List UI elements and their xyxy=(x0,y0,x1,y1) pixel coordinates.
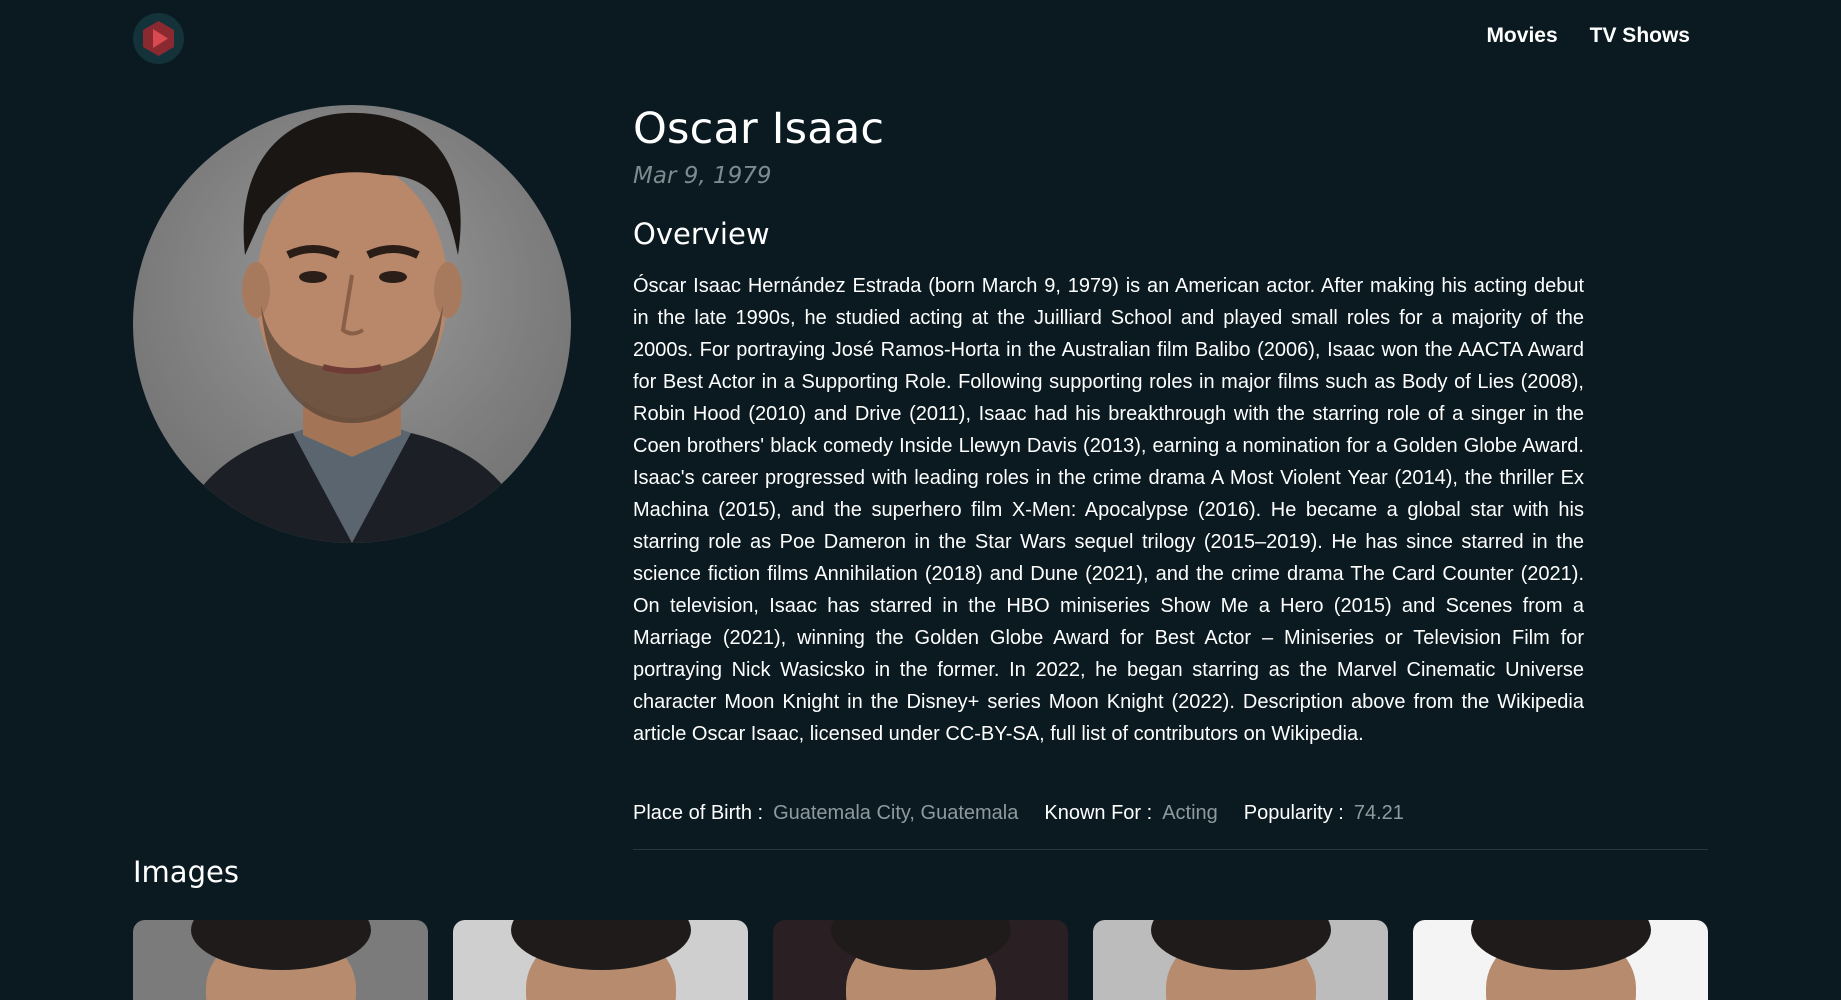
fact-label: Known For : xyxy=(1044,802,1153,824)
fact-popularity: Popularity : 74.21 xyxy=(1244,802,1404,825)
main-nav: Movies TV Shows xyxy=(1486,24,1690,48)
fact-known-for: Known For : Acting xyxy=(1044,802,1217,825)
person-facts: Place of Birth : Guatemala City, Guatemal… xyxy=(633,802,1404,825)
fact-value: 74.21 xyxy=(1353,802,1404,824)
images-gallery xyxy=(133,920,1708,1000)
fact-value: Guatemala City, Guatemala xyxy=(773,802,1019,824)
image-thumbnail[interactable] xyxy=(773,920,1068,1000)
play-icon xyxy=(143,21,174,56)
image-thumbnail[interactable] xyxy=(1413,920,1708,1000)
fact-label: Place of Birth : xyxy=(633,802,764,824)
image-thumbnail[interactable] xyxy=(453,920,748,1000)
fact-value: Acting xyxy=(1162,802,1218,824)
fact-label: Popularity : xyxy=(1243,802,1344,824)
nav-tv-shows[interactable]: TV Shows xyxy=(1590,24,1690,48)
divider xyxy=(633,849,1708,850)
image-thumbnail[interactable] xyxy=(133,920,428,1000)
fact-place-of-birth: Place of Birth : Guatemala City, Guatemal… xyxy=(633,802,1018,825)
image-thumbnail[interactable] xyxy=(1093,920,1388,1000)
overview-heading: Overview xyxy=(633,217,770,251)
logo-button[interactable] xyxy=(133,13,184,64)
birth-date: Mar 9, 1979 xyxy=(633,163,772,189)
person-portrait xyxy=(133,105,571,543)
overview-text: Óscar Isaac Hernández Estrada (born Marc… xyxy=(633,275,1584,745)
images-heading: Images xyxy=(133,855,239,889)
person-name: Oscar Isaac xyxy=(633,104,885,154)
nav-movies[interactable]: Movies xyxy=(1486,24,1557,48)
